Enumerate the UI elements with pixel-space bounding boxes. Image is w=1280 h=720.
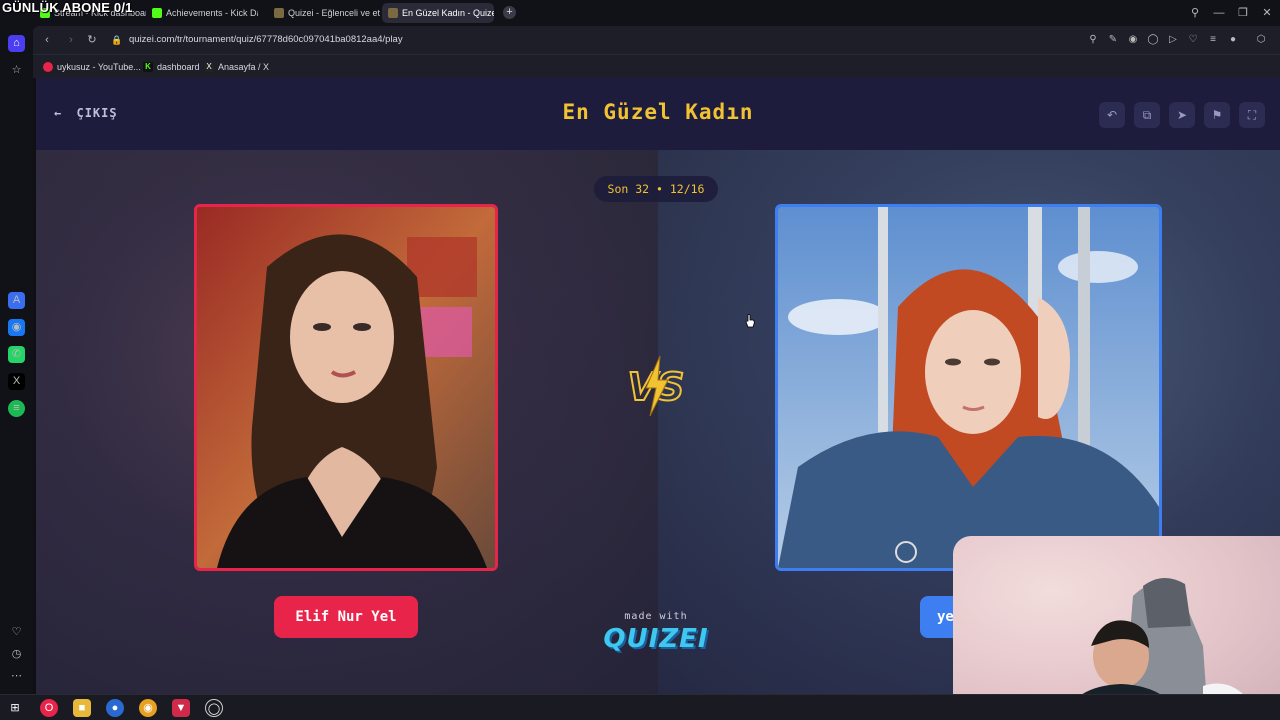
star-icon[interactable]: ☆ xyxy=(8,62,25,79)
kick-icon: K xyxy=(143,62,153,72)
bookmark-label: dashboard xyxy=(157,62,200,72)
edit-icon[interactable]: ✎ xyxy=(1106,33,1120,47)
lock-icon: 🔒 xyxy=(111,35,123,45)
fullscreen-icon: ⛶ xyxy=(1247,108,1257,122)
share-icon: ⧉ xyxy=(1142,108,1152,122)
report-button[interactable]: ⚑ xyxy=(1204,102,1230,128)
streamer-camera-feed xyxy=(1063,577,1253,720)
tab-quizei-quiz[interactable]: En Güzel Kadın - Quizei xyxy=(382,3,494,23)
back-icon[interactable]: ‹ xyxy=(39,32,55,48)
tab-quizei-home[interactable]: Quizei - Eğlenceli ve etkil xyxy=(268,3,380,23)
home-icon[interactable]: ⌂ xyxy=(8,35,25,52)
flag-icon: ⚑ xyxy=(1211,108,1223,122)
x-icon: X xyxy=(204,62,214,72)
more-icon[interactable]: ⋯ xyxy=(8,668,25,685)
left-candidate-card[interactable] xyxy=(194,204,498,571)
quizei-icon xyxy=(274,8,284,18)
app-icon[interactable]: ▼ xyxy=(172,699,190,717)
send-icon: ➤ xyxy=(1176,108,1188,122)
reload-icon[interactable]: ↻ xyxy=(84,32,100,48)
whatsapp-icon[interactable]: ✆ xyxy=(8,346,25,363)
quizei-icon xyxy=(388,8,398,18)
tab-label: Quizei - Eğlenceli ve etkil xyxy=(288,8,380,18)
quiz-title: En Güzel Kadın xyxy=(562,100,754,124)
browser-sidebar: ⌂ ☆ A ◉ ✆ X ≡ ♡ ◷ ⋯ xyxy=(0,26,33,694)
bookmarks-bar: uykusuz - YouTube... K dashboard X Anasa… xyxy=(33,54,1280,78)
webcam-overlay xyxy=(953,536,1280,720)
kick-icon xyxy=(152,8,162,18)
fullscreen-button[interactable]: ⛶ xyxy=(1239,102,1265,128)
camera-icon[interactable]: ◉ xyxy=(1126,33,1140,47)
steam-icon[interactable]: ● xyxy=(106,699,124,717)
file-explorer-icon[interactable]: ■ xyxy=(73,699,91,717)
profile-icon[interactable]: ● xyxy=(1226,33,1240,47)
menu-icon[interactable]: ≡ xyxy=(1206,33,1220,47)
chrome-icon[interactable]: ◉ xyxy=(139,699,157,717)
hand-cursor-icon xyxy=(745,314,755,328)
left-candidate-name-button[interactable]: Elif Nur Yel xyxy=(274,596,418,638)
extensions-icon[interactable]: ⬡ xyxy=(1254,33,1268,47)
quiz-header: ← ÇIKIŞ En Güzel Kadın ↶ ⧉ ➤ ⚑ ⛶ xyxy=(36,78,1280,150)
close-window-button[interactable]: ✕ xyxy=(1258,5,1276,21)
messenger-icon[interactable]: ◉ xyxy=(8,319,25,336)
quizei-logo[interactable]: QUIZEI xyxy=(596,624,716,654)
youtube-icon xyxy=(43,62,53,72)
search-tabs-icon[interactable]: ⚲ xyxy=(1186,5,1204,21)
play-icon[interactable]: ▷ xyxy=(1166,33,1180,47)
forward-icon[interactable]: › xyxy=(63,32,79,48)
taskbar: ⊞ O ■ ● ◉ ▼ ◯ xyxy=(0,694,1280,720)
made-with-label: made with xyxy=(624,611,688,622)
tab-kick-achievements[interactable]: Achievements - Kick Dash xyxy=(146,3,258,23)
browser-tab-bar: Stream - Kick dashboard Achievements - K… xyxy=(0,0,1280,26)
undo-icon: ↶ xyxy=(1106,108,1118,122)
send-button[interactable]: ➤ xyxy=(1169,102,1195,128)
share-button[interactable]: ⧉ xyxy=(1134,102,1160,128)
url-field[interactable]: quizei.com/tr/tournament/quiz/67778d60c0… xyxy=(129,34,403,45)
x-icon[interactable]: X xyxy=(8,373,25,390)
right-candidate-photo xyxy=(778,207,1159,568)
bookmark-x[interactable]: X Anasayfa / X xyxy=(204,60,269,74)
undo-button[interactable]: ↶ xyxy=(1099,102,1125,128)
bookmark-label: Anasayfa / X xyxy=(218,62,270,72)
new-tab-button[interactable]: + xyxy=(503,6,516,19)
heart-icon[interactable]: ♡ xyxy=(1186,33,1200,47)
left-candidate-photo xyxy=(197,207,495,568)
bookmark-dashboard[interactable]: K dashboard xyxy=(143,60,200,74)
history-icon[interactable]: ◷ xyxy=(8,646,25,663)
windows-start-icon[interactable]: ⊞ xyxy=(6,699,24,717)
search-icon[interactable]: ⚲ xyxy=(1086,33,1100,47)
tab-label: En Güzel Kadın - Quizei xyxy=(402,8,494,18)
round-badge: Son 32 • 12/16 xyxy=(594,176,718,202)
address-bar: ‹ › ↻ 🔒 quizei.com/tr/tournament/quiz/67… xyxy=(33,26,1280,54)
maximize-button[interactable]: ❐ xyxy=(1234,5,1252,21)
spotify-icon[interactable]: ≡ xyxy=(8,400,25,417)
shield-icon[interactable]: ◯ xyxy=(1146,33,1160,47)
opera-icon[interactable]: O xyxy=(40,699,58,717)
bookmark-youtube[interactable]: uykusuz - YouTube... xyxy=(43,60,141,74)
stream-overlay-title: GÜNLÜK ABONE 0/1 xyxy=(2,0,133,15)
bookmark-label: uykusuz - YouTube... xyxy=(57,62,141,72)
aria-icon[interactable]: A xyxy=(8,292,25,309)
minimize-button[interactable]: — xyxy=(1210,5,1228,21)
heart-icon[interactable]: ♡ xyxy=(8,624,25,641)
right-candidate-card[interactable] xyxy=(775,204,1162,571)
obs-icon[interactable]: ◯ xyxy=(205,699,223,717)
tab-label: Achievements - Kick Dash xyxy=(166,8,258,18)
vs-lightning-icon: VS xyxy=(627,355,685,417)
